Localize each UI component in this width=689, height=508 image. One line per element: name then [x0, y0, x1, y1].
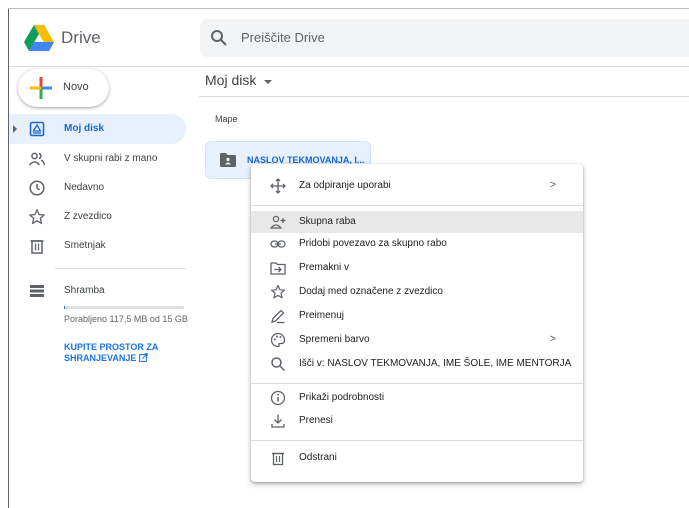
- menu-item-rename[interactable]: Preimenuj: [251, 305, 583, 327]
- new-button[interactable]: Novo: [18, 69, 109, 107]
- sidebar-item-label: Smetnjak: [64, 240, 106, 251]
- share-person-icon: [270, 215, 286, 229]
- header: Drive Preiščite Drive: [9, 9, 689, 67]
- menu-item-get-link[interactable]: Pridobi povezavo za skupno rabo: [251, 233, 583, 255]
- app-name[interactable]: Drive: [61, 28, 101, 48]
- drive-logo-icon[interactable]: [24, 25, 54, 51]
- sidebar-item-my-drive[interactable]: Moj disk: [9, 114, 186, 144]
- menu-separator: [251, 440, 583, 441]
- menu-item-search-in[interactable]: Išči v: NASLOV TEKMOVANJA, IME ŠOLE, IME…: [251, 353, 583, 375]
- sidebar-item-label: Shramba: [64, 285, 105, 296]
- shared-icon: [28, 152, 46, 166]
- toolbar-divider: [199, 96, 689, 97]
- storage-progress-fill: [64, 306, 66, 309]
- sidebar-item-label: V skupni rabi z mano: [64, 153, 158, 164]
- menu-item-label: Prikaži podrobnosti: [299, 392, 385, 403]
- menu-item-label: Skupna raba: [299, 216, 356, 227]
- search-icon: [271, 357, 286, 372]
- menu-item-label: Spremeni barvo: [299, 334, 370, 345]
- menu-item-label: Premakni v: [299, 262, 350, 273]
- info-icon: [270, 390, 286, 406]
- menu-item-label: Preimenuj: [299, 310, 345, 321]
- expand-caret-icon[interactable]: [13, 125, 17, 133]
- sidebar-item-recent[interactable]: Nedavno: [9, 173, 186, 203]
- breadcrumb-my-drive[interactable]: Moj disk: [205, 72, 256, 88]
- my-drive-icon: [29, 121, 45, 137]
- menu-item-label: Išči v: NASLOV TEKMOVANJA, IME ŠOLE, IME…: [299, 358, 572, 369]
- sidebar-item-trash[interactable]: Smetnjak: [9, 231, 186, 261]
- menu-separator: [251, 205, 583, 206]
- sidebar-item-storage[interactable]: Shramba: [9, 276, 186, 306]
- star-icon: [29, 209, 45, 225]
- menu-item-add-star[interactable]: Dodaj med označene z zvezdico: [251, 281, 583, 303]
- folders-section-label: Mape: [215, 114, 238, 124]
- menu-item-label: Pridobi povezavo za skupno rabo: [299, 238, 447, 249]
- menu-item-label: Dodaj med označene z zvezdico: [299, 286, 443, 297]
- menu-item-label: Odstrani: [299, 452, 337, 463]
- menu-item-download[interactable]: Prenesi: [251, 410, 583, 432]
- storage-usage-text: Porabljeno 117,5 MB od 15 GB: [64, 314, 188, 324]
- palette-icon: [270, 332, 286, 348]
- move-folder-icon: [270, 262, 286, 275]
- sidebar-item-label: Nedavno: [64, 182, 105, 193]
- external-link-icon: [138, 353, 148, 362]
- star-icon: [270, 284, 286, 299]
- link-icon: [270, 240, 286, 248]
- storage-progress-bar: [64, 306, 184, 309]
- menu-item-remove[interactable]: Odstrani: [251, 447, 583, 469]
- chevron-down-icon[interactable]: [264, 80, 272, 84]
- storage-icon: [30, 285, 44, 297]
- context-menu: Za odpiranje uporabi > Skupna raba Prido…: [251, 164, 583, 482]
- trash-icon: [30, 240, 44, 254]
- menu-item-open-with[interactable]: Za odpiranje uporabi >: [251, 175, 583, 197]
- pencil-icon: [271, 309, 285, 324]
- download-icon: [271, 414, 285, 428]
- sidebar-item-shared[interactable]: V skupni rabi z mano: [9, 144, 186, 174]
- search-input[interactable]: Preiščite Drive: [241, 30, 325, 45]
- plus-icon: [30, 77, 52, 99]
- sidebar-item-label: Moj disk: [64, 123, 105, 134]
- search-icon[interactable]: [210, 29, 228, 47]
- menu-separator: [251, 383, 583, 384]
- menu-item-share[interactable]: Skupna raba: [251, 211, 583, 233]
- open-with-icon: [270, 178, 286, 194]
- sidebar-item-label: Z zvezdico: [64, 211, 112, 222]
- buy-storage-link[interactable]: KUPITE PROSTOR ZA SHRANJEVANJE: [64, 342, 188, 364]
- chevron-right-icon: >: [549, 333, 556, 345]
- trash-icon: [272, 452, 284, 466]
- chevron-right-icon: >: [549, 179, 556, 191]
- sidebar-divider: [55, 268, 186, 269]
- menu-item-details[interactable]: Prikaži podrobnosti: [251, 387, 583, 409]
- sidebar-item-starred[interactable]: Z zvezdico: [9, 202, 186, 232]
- shared-folder-icon: [220, 153, 236, 167]
- menu-item-label: Prenesi: [299, 415, 333, 426]
- clock-icon: [29, 180, 45, 196]
- menu-item-label: Za odpiranje uporabi: [299, 180, 391, 191]
- new-button-label: Novo: [63, 81, 89, 93]
- menu-item-change-color[interactable]: Spremeni barvo >: [251, 329, 583, 351]
- menu-item-move-to[interactable]: Premakni v: [251, 257, 583, 279]
- search-bar[interactable]: Preiščite Drive: [200, 19, 689, 57]
